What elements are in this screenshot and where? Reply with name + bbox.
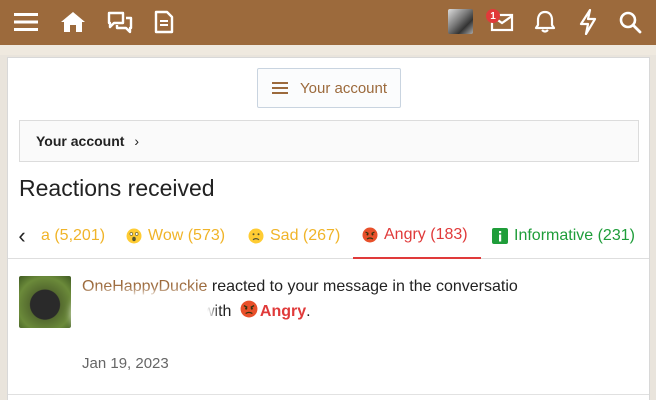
- bolt-icon[interactable]: [572, 6, 604, 38]
- reaction-date: Jan 19, 2023: [82, 355, 169, 372]
- angry-emoji-icon: [362, 227, 378, 243]
- breadcrumb-label: Your account: [36, 133, 125, 149]
- reaction-username-link[interactable]: OneHappyDuckie: [82, 278, 207, 295]
- bell-icon[interactable]: [529, 6, 561, 38]
- reaction-period: .: [306, 303, 311, 320]
- chevron-right-icon: ›: [134, 133, 140, 149]
- tab-label: Informative (231): [514, 227, 635, 244]
- info-icon: [492, 228, 508, 244]
- tab-label: Angry (183): [384, 226, 468, 243]
- breadcrumb[interactable]: Your account ›: [19, 120, 639, 162]
- reaction-description: OneHappyDuckie reacted to your message i…: [82, 274, 642, 320]
- redaction-mark: [78, 298, 208, 330]
- tab-all[interactable]: a (5,201): [41, 213, 105, 259]
- menu-icon: [272, 79, 288, 97]
- top-navigation-bar: 1: [0, 0, 656, 45]
- angry-emoji-icon: [240, 300, 258, 326]
- tab-informative[interactable]: Informative (231): [492, 213, 635, 259]
- avatar[interactable]: [19, 276, 71, 328]
- document-icon[interactable]: [148, 6, 180, 38]
- tab-label: a (5,201): [41, 227, 106, 244]
- your-account-button-label: Your account: [300, 79, 388, 97]
- inbox-badge: 1: [486, 9, 500, 23]
- search-icon[interactable]: [614, 6, 646, 38]
- wow-emoji-icon: [126, 228, 142, 244]
- chat-icon[interactable]: [104, 6, 136, 38]
- tab-label: Wow (573): [148, 227, 226, 244]
- reaction-tabs: ‹ a (5,201) Wow (573) Sad (267) Angry (1…: [8, 213, 649, 259]
- tab-angry[interactable]: Angry (183): [353, 213, 481, 259]
- reaction-list-item: OneHappyDuckie reacted to your message i…: [8, 260, 649, 395]
- header-divider: [0, 45, 656, 55]
- tab-label: Sad (267): [270, 227, 341, 244]
- sad-emoji-icon: [248, 228, 264, 244]
- reaction-text: reacted to your message in the conversat…: [211, 278, 518, 295]
- home-icon[interactable]: [57, 6, 89, 38]
- tab-wow[interactable]: Wow (573): [126, 213, 225, 259]
- reaction-with-text: with Angry.: [203, 299, 311, 326]
- reaction-label: Angry: [259, 303, 307, 320]
- your-account-button[interactable]: Your account: [257, 68, 401, 108]
- tab-sad[interactable]: Sad (267): [248, 213, 340, 259]
- page-title: Reactions received: [19, 175, 215, 201]
- menu-icon[interactable]: [10, 6, 42, 38]
- user-avatar[interactable]: [448, 9, 473, 34]
- chevron-left-icon[interactable]: ‹: [12, 223, 32, 249]
- main-content-card: Your account Your account › Reactions re…: [7, 57, 650, 400]
